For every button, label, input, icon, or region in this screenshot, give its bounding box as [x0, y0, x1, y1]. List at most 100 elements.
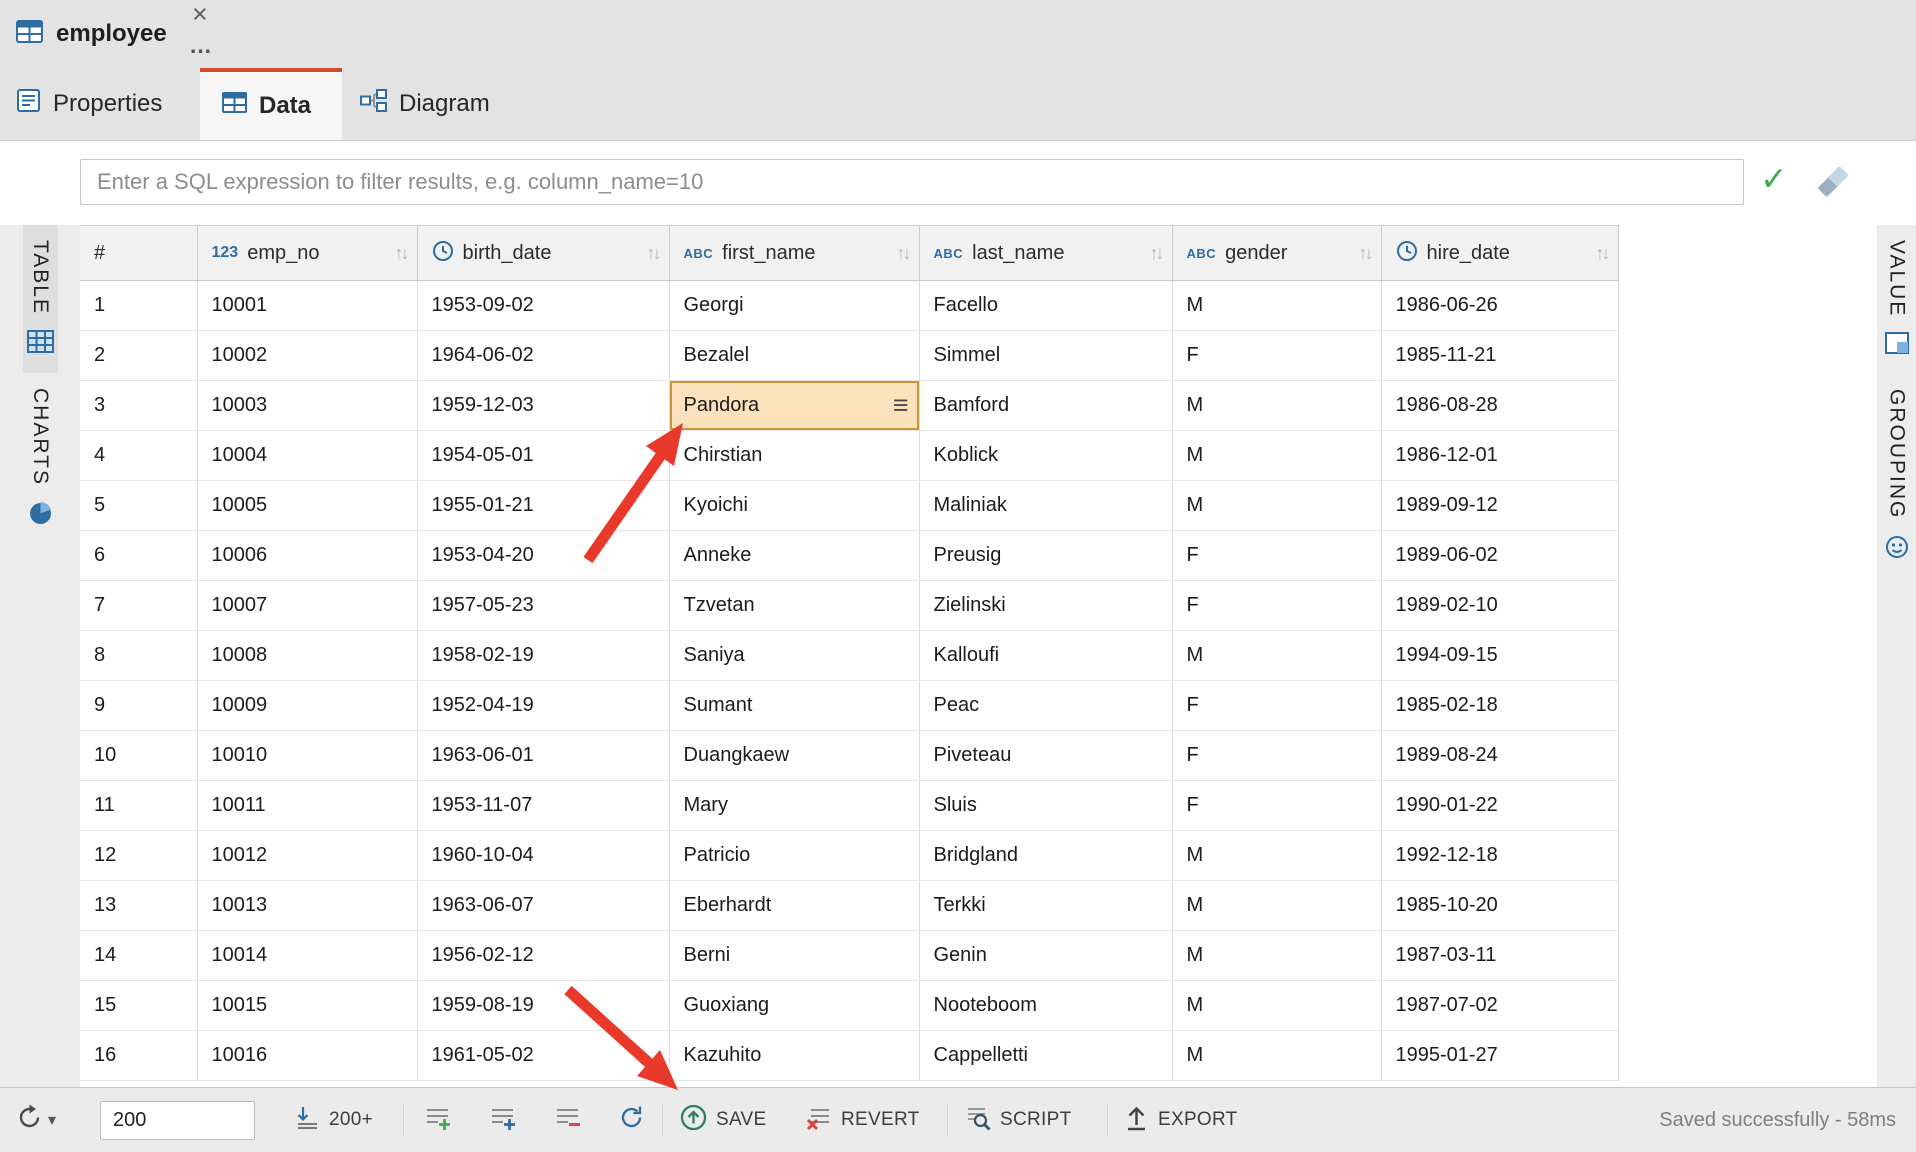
cell-first-name[interactable]: Tzvetan [669, 581, 919, 631]
add-row-button[interactable] [424, 1088, 451, 1152]
cell-birth-date[interactable]: 1952-04-19 [417, 681, 669, 731]
cell-hire-date[interactable]: 1985-02-18 [1381, 681, 1618, 731]
cell-first-name[interactable]: Pandora≡ [669, 381, 919, 431]
more-icon[interactable]: … [189, 34, 213, 57]
column-header-emp-no[interactable]: 123 emp_no ↑↓ [197, 226, 417, 281]
row-number-cell[interactable]: 9 [80, 681, 197, 731]
filter-clear-icon[interactable] [1815, 165, 1851, 203]
cell-hire-date[interactable]: 1989-09-12 [1381, 481, 1618, 531]
cell-last-name[interactable]: Genin [919, 931, 1172, 981]
row-number-cell[interactable]: 10 [80, 731, 197, 781]
cell-emp-no[interactable]: 10016 [197, 1031, 417, 1081]
cell-last-name[interactable]: Sluis [919, 781, 1172, 831]
cell-emp-no[interactable]: 10013 [197, 881, 417, 931]
cell-hire-date[interactable]: 1989-08-24 [1381, 731, 1618, 781]
sort-icon[interactable]: ↑↓ [897, 243, 909, 264]
cell-hire-date[interactable]: 1987-07-02 [1381, 981, 1618, 1031]
cell-first-name[interactable]: Mary [669, 781, 919, 831]
delete-row-button[interactable] [554, 1088, 581, 1152]
cell-emp-no[interactable]: 10012 [197, 831, 417, 881]
cell-first-name[interactable]: Eberhardt [669, 881, 919, 931]
cell-hire-date[interactable]: 1985-11-21 [1381, 331, 1618, 381]
tab-data[interactable]: Data [200, 68, 342, 140]
cell-last-name[interactable]: Facello [919, 281, 1172, 331]
cell-emp-no[interactable]: 10004 [197, 431, 417, 481]
cell-birth-date[interactable]: 1953-11-07 [417, 781, 669, 831]
cell-birth-date[interactable]: 1964-06-02 [417, 331, 669, 381]
cell-last-name[interactable]: Zielinski [919, 581, 1172, 631]
cell-first-name[interactable]: Sumant [669, 681, 919, 731]
close-icon[interactable]: × [192, 1, 208, 28]
selected-cell[interactable]: Pandora≡ [684, 392, 909, 419]
cell-gender[interactable]: F [1172, 731, 1381, 781]
sort-icon[interactable]: ↑↓ [1596, 243, 1608, 264]
cell-gender[interactable]: M [1172, 1031, 1381, 1081]
cell-gender[interactable]: F [1172, 681, 1381, 731]
cell-gender[interactable]: F [1172, 531, 1381, 581]
panel-toggle-table[interactable]: TABLE [23, 225, 58, 373]
cell-emp-no[interactable]: 10001 [197, 281, 417, 331]
cell-hire-date[interactable]: 1989-02-10 [1381, 581, 1618, 631]
cell-hire-date[interactable]: 1986-12-01 [1381, 431, 1618, 481]
save-button[interactable]: SAVE [680, 1088, 766, 1152]
refresh-button[interactable] [618, 1088, 645, 1152]
column-header-first-name[interactable]: ABC first_name ↑↓ [669, 226, 919, 281]
cell-birth-date[interactable]: 1955-01-21 [417, 481, 669, 531]
cell-menu-icon[interactable]: ≡ [893, 392, 909, 419]
panel-toggle-grouping[interactable]: GROUPING [1881, 374, 1913, 578]
fetch-next-page-button[interactable]: 200+ [295, 1088, 373, 1152]
cell-gender[interactable]: M [1172, 931, 1381, 981]
cell-last-name[interactable]: Nooteboom [919, 981, 1172, 1031]
cell-last-name[interactable]: Peac [919, 681, 1172, 731]
cell-hire-date[interactable]: 1987-03-11 [1381, 931, 1618, 981]
sort-icon[interactable]: ↑↓ [1359, 243, 1371, 264]
cell-hire-date[interactable]: 1994-09-15 [1381, 631, 1618, 681]
cell-last-name[interactable]: Piveteau [919, 731, 1172, 781]
fetch-config-button[interactable]: ▾ [16, 1088, 56, 1152]
cell-hire-date[interactable]: 1985-10-20 [1381, 881, 1618, 931]
cell-birth-date[interactable]: 1953-09-02 [417, 281, 669, 331]
cell-emp-no[interactable]: 10007 [197, 581, 417, 631]
cell-hire-date[interactable]: 1995-01-27 [1381, 1031, 1618, 1081]
cell-emp-no[interactable]: 10006 [197, 531, 417, 581]
column-header-birth-date[interactable]: birth_date ↑↓ [417, 226, 669, 281]
tab-properties[interactable]: Properties [16, 68, 162, 140]
sort-icon[interactable]: ↑↓ [647, 243, 659, 264]
cell-gender[interactable]: M [1172, 831, 1381, 881]
cell-first-name[interactable]: Anneke [669, 531, 919, 581]
cell-gender[interactable]: M [1172, 381, 1381, 431]
row-number-cell[interactable]: 4 [80, 431, 197, 481]
cell-first-name[interactable]: Berni [669, 931, 919, 981]
cell-birth-date[interactable]: 1960-10-04 [417, 831, 669, 881]
cell-birth-date[interactable]: 1959-08-19 [417, 981, 669, 1031]
row-number-cell[interactable]: 2 [80, 331, 197, 381]
cell-first-name[interactable]: Kazuhito [669, 1031, 919, 1081]
row-number-cell[interactable]: 14 [80, 931, 197, 981]
cell-first-name[interactable]: Bezalel [669, 331, 919, 381]
cell-last-name[interactable]: Koblick [919, 431, 1172, 481]
column-header-gender[interactable]: ABC gender ↑↓ [1172, 226, 1381, 281]
cell-last-name[interactable]: Preusig [919, 531, 1172, 581]
cell-gender[interactable]: M [1172, 481, 1381, 531]
cell-emp-no[interactable]: 10010 [197, 731, 417, 781]
row-number-cell[interactable]: 1 [80, 281, 197, 331]
cell-last-name[interactable]: Simmel [919, 331, 1172, 381]
cell-hire-date[interactable]: 1986-08-28 [1381, 381, 1618, 431]
cell-gender[interactable]: M [1172, 281, 1381, 331]
export-button[interactable]: EXPORT [1124, 1088, 1238, 1152]
cell-first-name[interactable]: Georgi [669, 281, 919, 331]
cell-gender[interactable]: M [1172, 431, 1381, 481]
cell-hire-date[interactable]: 1990-01-22 [1381, 781, 1618, 831]
row-number-cell[interactable]: 11 [80, 781, 197, 831]
cell-first-name[interactable]: Patricio [669, 831, 919, 881]
cell-last-name[interactable]: Maliniak [919, 481, 1172, 531]
sort-icon[interactable]: ↑↓ [395, 243, 407, 264]
cell-birth-date[interactable]: 1963-06-01 [417, 731, 669, 781]
cell-last-name[interactable]: Kalloufi [919, 631, 1172, 681]
cell-birth-date[interactable]: 1954-05-01 [417, 431, 669, 481]
cell-first-name[interactable]: Saniya [669, 631, 919, 681]
cell-birth-date[interactable]: 1956-02-12 [417, 931, 669, 981]
column-header-rownum[interactable]: # [80, 226, 197, 281]
row-number-cell[interactable]: 12 [80, 831, 197, 881]
column-header-hire-date[interactable]: hire_date ↑↓ [1381, 226, 1618, 281]
